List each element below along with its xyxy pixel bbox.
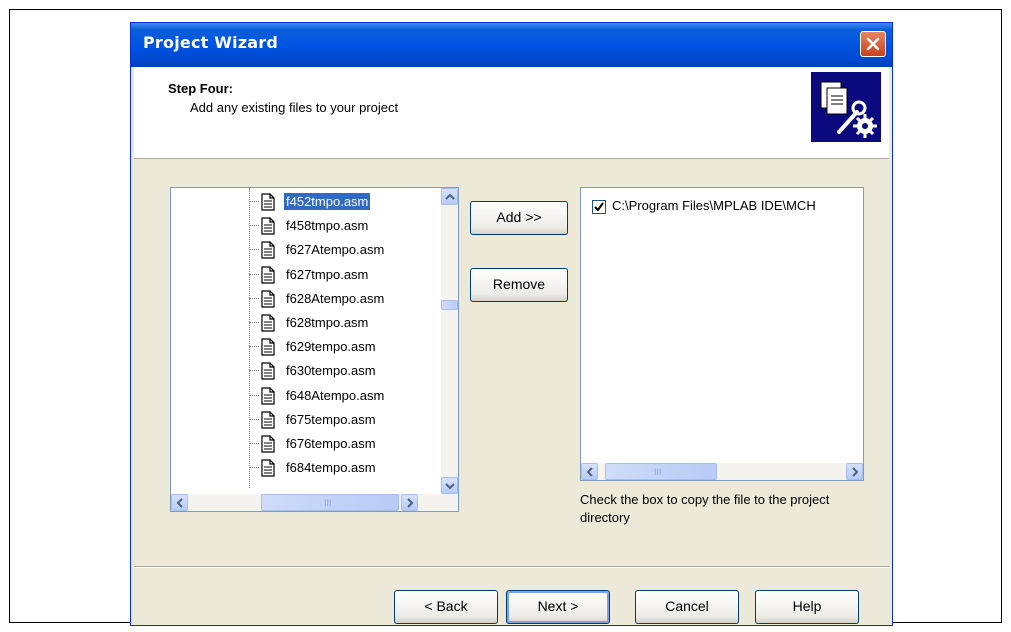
tree-file-name[interactable]: f684tempo.asm	[284, 459, 378, 476]
tree-file-name[interactable]: f629tempo.asm	[284, 338, 378, 355]
files-horizontal-scroll-thumb[interactable]: III	[605, 463, 717, 480]
remove-button[interactable]: Remove	[470, 268, 568, 302]
file-icon	[260, 193, 276, 214]
tree-connector	[249, 443, 259, 444]
tree-horizontal-scrollbar[interactable]: III	[171, 494, 458, 511]
scroll-right-button[interactable]	[401, 494, 418, 511]
tree-vertical-scrollbar[interactable]	[441, 188, 458, 494]
tree-file-item[interactable]: f628Atempo.asm	[171, 288, 431, 310]
files-scroll-right-button[interactable]	[846, 463, 863, 480]
scroll-left-button[interactable]	[171, 494, 188, 511]
file-icon	[260, 459, 276, 480]
tree-file-item[interactable]: f630tempo.asm	[171, 360, 431, 382]
tree-file-item[interactable]: f627tmpo.asm	[171, 264, 431, 286]
tree-file-name[interactable]: f627Atempo.asm	[284, 241, 386, 258]
cancel-button[interactable]: Cancel	[635, 590, 739, 624]
close-button[interactable]	[860, 31, 886, 57]
tree-file-item[interactable]: f676tempo.asm	[171, 433, 431, 455]
scroll-grip: III	[654, 467, 662, 477]
tree-file-name[interactable]: f675tempo.asm	[284, 411, 378, 428]
tree-file-item[interactable]: f458tmpo.asm	[171, 215, 431, 237]
scroll-down-icon	[445, 483, 455, 490]
scroll-grip: III	[324, 498, 332, 508]
file-icon	[260, 314, 276, 335]
tree-connector	[249, 394, 259, 396]
tree-file-name[interactable]: f676tempo.asm	[284, 435, 378, 452]
scroll-down-button[interactable]	[441, 477, 458, 494]
back-button[interactable]: < Back	[394, 590, 498, 624]
tree-connector	[249, 322, 259, 323]
step-title: Step Four:	[168, 81, 233, 96]
vertical-scroll-thumb[interactable]	[441, 300, 458, 310]
close-icon	[866, 37, 880, 51]
tree-file-name[interactable]: f628Atempo.asm	[284, 290, 386, 307]
help-button[interactable]: Help	[755, 590, 859, 624]
file-icon	[260, 362, 276, 383]
step-description: Add any existing files to your project	[190, 100, 399, 115]
horizontal-scroll-thumb[interactable]: III	[261, 494, 399, 511]
tree-connector	[249, 370, 259, 372]
tree-connector	[249, 201, 259, 202]
scroll-left-icon	[176, 498, 183, 508]
available-files-tree[interactable]: f452tmpo.asm f458tmpo.asm f627Atempo.asm f6…	[170, 187, 459, 512]
files-scroll-left-button[interactable]	[581, 463, 598, 480]
files-horizontal-scrollbar[interactable]: III	[581, 463, 863, 480]
tree-connector	[249, 225, 259, 227]
scroll-right-icon	[407, 498, 414, 508]
tree-file-item[interactable]: f452tmpo.asm	[171, 191, 431, 213]
scroll-up-icon	[445, 193, 455, 200]
file-icon	[260, 386, 276, 408]
title-bar[interactable]: Project Wizard	[131, 23, 892, 67]
tree-file-name[interactable]: f628tmpo.asm	[284, 314, 370, 331]
file-icon	[260, 265, 276, 287]
tree-file-item[interactable]: f629tempo.asm	[171, 336, 431, 358]
file-icon	[260, 241, 276, 262]
file-icon	[260, 411, 276, 432]
checkmark-icon	[594, 202, 604, 212]
file-icon	[260, 290, 276, 311]
tree-file-item[interactable]: f648Atempo.asm	[171, 385, 431, 407]
wizard-header: Step Four: Add any existing files to you…	[134, 67, 889, 159]
tree-file-name[interactable]: f648Atempo.asm	[284, 387, 386, 404]
copy-hint-text: Check the box to copy the file to the pr…	[580, 492, 830, 525]
tree-connector	[249, 297, 259, 299]
project-wizard-window: Project Wizard Step Four: Add any existi…	[130, 22, 893, 626]
tree-file-item[interactable]: f627Atempo.asm	[171, 239, 431, 261]
file-icon	[260, 217, 276, 238]
tree-file-item[interactable]: f675tempo.asm	[171, 409, 431, 431]
tree-file-name[interactable]: f458tmpo.asm	[284, 217, 370, 234]
project-files-list[interactable]: C:\Program Files\MPLAB IDE\MCH III	[580, 187, 864, 481]
file-icon	[260, 338, 276, 359]
tree-file-item[interactable]: f684tempo.asm	[171, 457, 431, 479]
project-file-path[interactable]: C:\Program Files\MPLAB IDE\MCH	[612, 198, 816, 213]
add-button[interactable]: Add >>	[470, 201, 568, 235]
scroll-right-icon	[852, 467, 859, 477]
tree-connector	[249, 467, 259, 469]
tree-connector	[249, 346, 259, 348]
tree-file-name[interactable]: f627tmpo.asm	[284, 266, 370, 283]
tree-connector	[249, 249, 259, 251]
tree-connector	[249, 418, 259, 420]
tree-connector	[249, 273, 259, 275]
tree-file-name[interactable]: f630tempo.asm	[284, 362, 378, 379]
tree-file-name[interactable]: f452tmpo.asm	[284, 193, 371, 210]
scroll-left-icon	[586, 467, 593, 477]
copy-file-checkbox[interactable]	[592, 200, 606, 214]
window-title: Project Wizard	[143, 33, 279, 52]
tree-file-item[interactable]: f628tmpo.asm	[171, 312, 431, 334]
next-button[interactable]: Next >	[506, 590, 610, 624]
file-icon	[260, 435, 276, 456]
footer-divider	[134, 566, 889, 568]
wizard-icon	[811, 72, 881, 142]
scroll-up-button[interactable]	[441, 188, 458, 205]
